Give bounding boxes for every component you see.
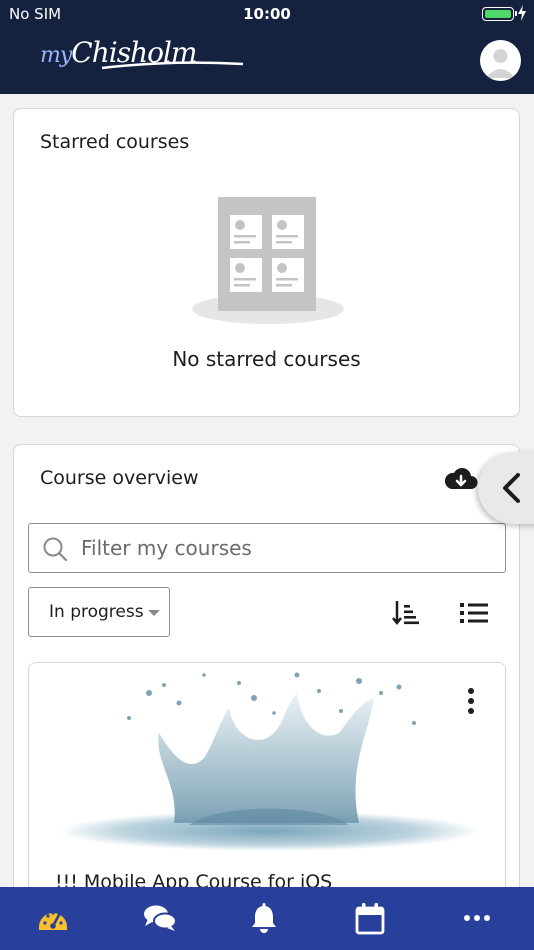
battery-icon (482, 7, 517, 21)
starred-courses-title: Starred courses (40, 131, 190, 153)
status-filter-value: In progress (49, 602, 144, 622)
logo-swoosh-icon (101, 61, 244, 70)
notifications-icon (252, 903, 276, 933)
course-overview-title: Course overview (40, 467, 199, 489)
logo-my-text: my (40, 43, 72, 68)
tab-dashboard[interactable] (0, 887, 106, 950)
more-vertical-icon[interactable] (467, 687, 475, 715)
clock: 10:00 (243, 5, 291, 23)
course-overview-card: Course overview Filter my courses In pro… (13, 444, 520, 922)
empty-starred-message: No starred courses (172, 347, 361, 371)
search-icon (43, 537, 68, 562)
course-image (29, 663, 505, 853)
tab-notifications[interactable] (212, 887, 318, 950)
course-card[interactable]: !!! Mobile App Course for iOS (28, 662, 506, 922)
app-logo: myChisholm (40, 34, 245, 78)
tab-messages[interactable] (106, 887, 212, 950)
tab-calendar[interactable] (318, 887, 424, 950)
app-header: No SIM 10:00 myChisholm (0, 0, 534, 94)
empty-courses-icon (192, 197, 344, 324)
dashboard-icon (39, 911, 67, 930)
user-avatar-icon[interactable] (480, 40, 521, 81)
cloud-download-icon[interactable] (444, 465, 478, 493)
chevron-down-icon (148, 610, 160, 616)
status-bar: No SIM 10:00 (0, 0, 534, 28)
chevron-left-icon (503, 473, 520, 503)
tab-more[interactable] (424, 887, 530, 950)
filter-courses-input[interactable]: Filter my courses (28, 523, 506, 573)
more-icon (464, 915, 490, 921)
sort-icon[interactable] (392, 600, 420, 626)
status-filter-select[interactable]: In progress (28, 587, 170, 637)
charging-icon (518, 5, 526, 21)
bottom-tab-bar (0, 887, 534, 950)
calendar-icon (355, 903, 385, 935)
messages-icon (144, 905, 177, 931)
filter-placeholder: Filter my courses (81, 536, 252, 560)
list-view-icon[interactable] (460, 602, 488, 624)
starred-courses-card: Starred courses No starred courses (13, 108, 520, 417)
